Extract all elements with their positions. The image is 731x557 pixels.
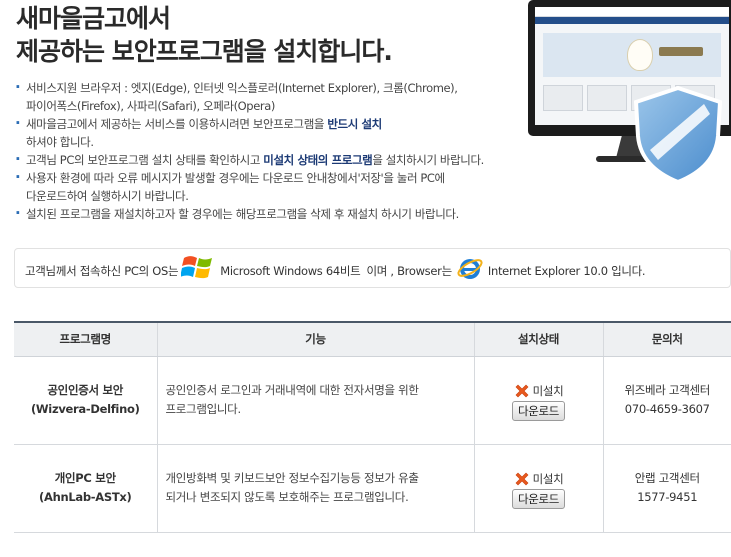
os-info-prefix: 고객님께서 접속하신 PC의 OS는 xyxy=(25,264,179,278)
notice-list: 서비스지원 브라우저 : 엣지(Edge), 인터넷 익스플로러(Interne… xyxy=(14,78,484,223)
notice-text: 고객님 PC의 보안프로그램 설치 상태를 확인하시고 xyxy=(26,153,264,167)
page-title: 새마을금고에서 제공하는 보안프로그램을 설치합니다. xyxy=(16,2,393,68)
notice-emphasis: 미설치 상태의 프로그램 xyxy=(263,153,373,167)
contact-phone: 070-4659-3607 xyxy=(624,402,710,416)
os-info-mid: 이며 , Browser는 xyxy=(366,264,452,278)
download-button[interactable]: 다운로드 xyxy=(511,401,566,421)
column-header-status: 설치상태 xyxy=(473,321,603,357)
program-name-cell: 개인PC 보안 (AhnLab-ASTx) xyxy=(14,444,157,533)
os-info-box: 고객님께서 접속하신 PC의 OS는 Microsoft Windows 64비… xyxy=(14,248,731,288)
program-description: 개인방화벽 및 키보드보안 정보수집기능등 정보가 유출 xyxy=(165,471,420,485)
contact-cell: 안랩 고객센터 1577-9451 xyxy=(602,444,731,533)
program-description-cell: 공인인증서 로그인과 거래내역에 대한 전자서명을 위한 프로그램입니다. xyxy=(156,356,474,445)
contact-name: 위즈베라 고객센터 xyxy=(624,383,711,397)
column-header-contact: 문의처 xyxy=(602,321,731,357)
notice-text: 새마을금고에서 제공하는 서비스를 이용하시려면 보안프로그램을 xyxy=(26,117,328,131)
notice-item-reinstall: 설치된 프로그램을 재설치하고자 할 경우에는 해당프로그램을 삭제 후 재설치… xyxy=(14,204,484,223)
install-status-cell: 미설치 다운로드 xyxy=(473,444,603,533)
contact-name: 안랩 고객센터 xyxy=(634,471,700,485)
page-title-line2: 제공하는 보안프로그램을 설치합니다. xyxy=(16,37,393,66)
notice-text: 사용자 환경에 따라 오류 메시지가 발생할 경우에는 다운로드 안내창에서'저… xyxy=(26,171,445,185)
page-title-line1: 새마을금고에서 xyxy=(16,4,171,33)
table-row: 개인PC 보안 (AhnLab-ASTx) 개인방화벽 및 키보드보안 정보수집… xyxy=(14,444,731,533)
notice-emphasis: 반드시 설치 xyxy=(327,117,382,131)
windows-flag-icon xyxy=(181,256,213,279)
os-name: Microsoft Windows 64비트 xyxy=(220,264,361,278)
table-row: 공인인증서 보안 (Wizvera-Delfino) 공인인증서 로그인과 거래… xyxy=(14,356,731,445)
notice-item-must-install: 새마을금고에서 제공하는 서비스를 이용하시려면 보안프로그램을 반드시 설치 … xyxy=(14,114,484,151)
notice-text: 파이어폭스(Firefox), 사파리(Safari), 오페라(Opera) xyxy=(26,99,275,113)
notice-item-check-status: 고객님 PC의 보안프로그램 설치 상태를 확인하시고 미설치 상태의 프로그램… xyxy=(14,150,484,169)
program-description: 프로그램입니다. xyxy=(165,402,242,416)
notice-item-save-run: 사용자 환경에 따라 오류 메시지가 발생할 경우에는 다운로드 안내창에서'저… xyxy=(14,168,484,205)
install-status: 미설치 xyxy=(475,471,603,487)
program-name: 공인인증서 보안 xyxy=(47,383,124,397)
program-description-cell: 개인방화벽 및 키보드보안 정보수집기능등 정보가 유출 되거나 변조되지 않도… xyxy=(156,444,474,533)
security-hero-illustration xyxy=(522,0,731,184)
contact-cell: 위즈베라 고객센터 070-4659-3607 xyxy=(602,356,731,445)
program-name-cell: 공인인증서 보안 (Wizvera-Delfino) xyxy=(14,356,157,445)
install-status-cell: 미설치 다운로드 xyxy=(473,356,603,445)
download-button[interactable]: 다운로드 xyxy=(511,489,566,509)
table-header-row: 프로그램명 기능 설치상태 문의처 xyxy=(14,321,731,357)
column-header-program: 프로그램명 xyxy=(14,321,157,357)
internet-explorer-icon xyxy=(457,259,483,279)
notice-text: 서비스지원 브라우저 : 엣지(Edge), 인터넷 익스플로러(Interne… xyxy=(26,81,458,95)
security-shield-icon xyxy=(633,85,723,184)
contact-phone: 1577-9451 xyxy=(637,490,698,504)
program-description: 공인인증서 로그인과 거래내역에 대한 전자서명을 위한 xyxy=(165,383,420,397)
security-program-table: 프로그램명 기능 설치상태 문의처 공인인증서 보안 (Wizvera-Delf… xyxy=(14,321,731,533)
install-status-text: 미설치 xyxy=(532,472,564,486)
red-x-icon xyxy=(515,472,529,486)
program-name: 개인PC 보안 xyxy=(54,471,116,485)
program-description: 되거나 변조되지 않도록 보호해주는 프로그램입니다. xyxy=(165,490,409,504)
notice-text: 을 설치하시기 바랍니다. xyxy=(372,153,484,167)
notice-item-browsers: 서비스지원 브라우저 : 엣지(Edge), 인터넷 익스플로러(Interne… xyxy=(14,78,484,115)
install-status-text: 미설치 xyxy=(532,384,564,398)
program-product: (AhnLab-ASTx) xyxy=(39,490,132,504)
column-header-function: 기능 xyxy=(156,321,474,357)
notice-text: 하셔야 합니다. xyxy=(26,135,94,149)
browser-name: Internet Explorer 10.0 입니다. xyxy=(487,264,646,278)
program-product: (Wizvera-Delfino) xyxy=(30,402,140,416)
notice-text: 설치된 프로그램을 재설치하고자 할 경우에는 해당프로그램을 삭제 후 재설치… xyxy=(26,207,459,221)
install-status: 미설치 xyxy=(475,383,603,399)
notice-text: 다운로드하여 실행하시기 바랍니다. xyxy=(26,189,189,203)
red-x-icon xyxy=(515,384,529,398)
